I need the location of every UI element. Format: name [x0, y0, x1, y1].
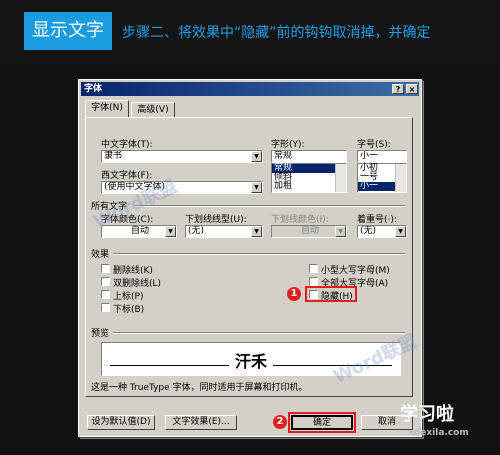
- divider: [113, 332, 405, 334]
- double-strikethrough-label: 双删除线(L): [113, 279, 162, 289]
- chevron-down-icon: ▼: [335, 226, 346, 237]
- preview-header: 预览: [91, 329, 110, 339]
- scrollbar[interactable]: [395, 164, 406, 192]
- tutorial-banner: 显示文字 步骤二、将效果中“隐藏”前的钩钩取消掉，并确定: [0, 0, 500, 64]
- scrollbar[interactable]: [335, 164, 346, 192]
- step-marker-2: 2: [273, 415, 287, 429]
- western-font-label: 西文字体(F):: [101, 171, 153, 181]
- all-caps-checkbox[interactable]: [309, 277, 318, 286]
- divider: [113, 253, 405, 255]
- divider: [135, 205, 405, 207]
- underline-style-select[interactable]: (无) ▼: [185, 225, 263, 238]
- help-button[interactable]: ?: [392, 84, 404, 94]
- dialog-title: 字体: [84, 84, 103, 94]
- text-effects-button[interactable]: 文字效果(E)...: [165, 415, 237, 430]
- chevron-down-icon[interactable]: ▼: [251, 182, 262, 193]
- underline-style-value: (无): [188, 226, 205, 236]
- site-url: xdexila.com: [408, 428, 469, 438]
- emphasis-label: 着重号(·):: [357, 215, 397, 225]
- effects-header: 效果: [91, 250, 110, 260]
- font-style-label: 字形(Y):: [271, 140, 305, 150]
- underline-color-value: 自动: [300, 226, 319, 236]
- font-size-input[interactable]: 小一: [357, 150, 407, 163]
- chinese-font-select[interactable]: 隶书 ▼: [101, 150, 263, 163]
- small-caps-checkbox[interactable]: [309, 264, 318, 273]
- font-color-value: 自动: [130, 226, 149, 236]
- emphasis-value: (无): [360, 226, 377, 236]
- font-size-list[interactable]: 小初 一号 小一: [357, 163, 407, 193]
- font-style-input[interactable]: 常规: [271, 150, 347, 163]
- preview-note: 这是一种 TrueType 字体，同时适用于屏幕和打印机。: [91, 383, 308, 393]
- chevron-down-icon[interactable]: ▼: [395, 226, 406, 237]
- double-strikethrough-checkbox[interactable]: [101, 277, 110, 286]
- site-logo: 学习啦: [400, 404, 454, 425]
- strikethrough-checkbox[interactable]: [101, 264, 110, 273]
- underline-style-label: 下划线线型(U):: [185, 215, 247, 225]
- underline-color-label: 下划线颜色(I):: [271, 215, 329, 225]
- subscript-label: 下标(B): [113, 305, 145, 315]
- step-marker-1: 1: [287, 287, 301, 301]
- banner-tag: 显示文字: [24, 12, 112, 50]
- chevron-down-icon[interactable]: ▼: [251, 226, 262, 237]
- font-size-label: 字号(S):: [357, 140, 391, 150]
- set-default-button[interactable]: 设为默认值(D): [87, 415, 155, 430]
- font-style-list[interactable]: 常规 倾斜 加粗: [271, 163, 347, 193]
- dialog-titlebar: 字体 ? ×: [81, 82, 419, 96]
- subscript-checkbox[interactable]: [101, 303, 110, 312]
- tab-advanced[interactable]: 高级(V): [131, 102, 175, 118]
- tab-font[interactable]: 字体(N): [85, 100, 129, 118]
- chevron-down-icon[interactable]: ▼: [251, 151, 262, 162]
- banner-instruction: 步骤二、将效果中“隐藏”前的钩钩取消掉，并确定: [122, 25, 431, 41]
- chevron-down-icon[interactable]: ▼: [165, 226, 176, 237]
- underline-color-select: 自动 ▼: [271, 225, 347, 238]
- preview-sample: 汗禾: [228, 352, 273, 371]
- ok-highlight: [288, 412, 356, 433]
- font-dialog: 字体 ? × 字体(N) 高级(V) 中文字体(T): 隶书 ▼ 西文字体(F)…: [78, 79, 422, 437]
- small-caps-label: 小型大写字母(M): [321, 266, 390, 276]
- emphasis-select[interactable]: (无) ▼: [357, 225, 407, 238]
- superscript-label: 上标(P): [113, 292, 144, 302]
- hidden-highlight: [305, 286, 357, 302]
- strikethrough-label: 删除线(K): [113, 266, 153, 276]
- close-button[interactable]: ×: [406, 84, 418, 94]
- chinese-font-label: 中文字体(T):: [101, 140, 153, 150]
- superscript-checkbox[interactable]: [101, 290, 110, 299]
- chinese-font-value: 隶书: [104, 151, 123, 161]
